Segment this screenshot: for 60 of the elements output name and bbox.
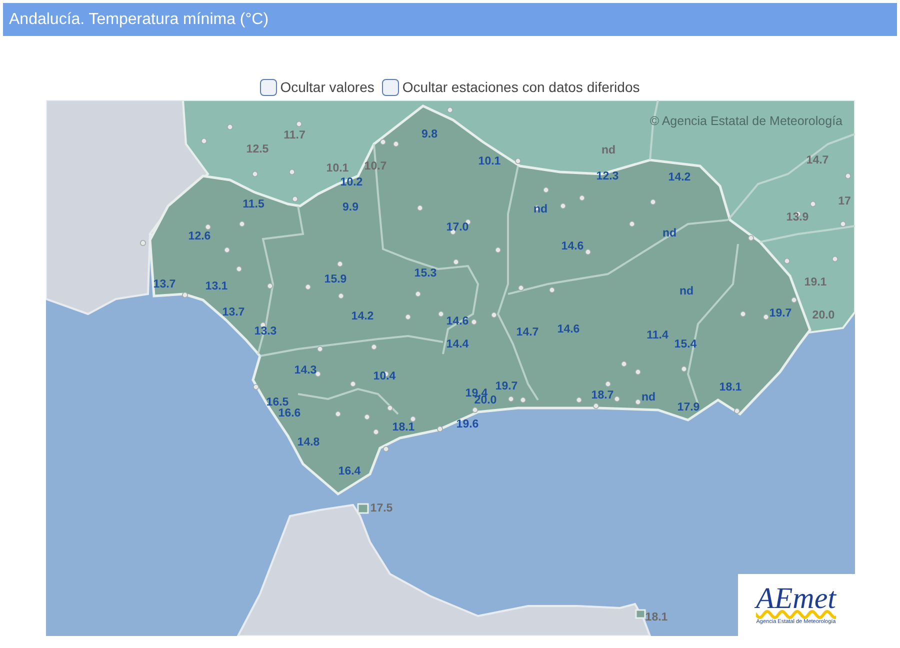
checkbox[interactable]: [382, 79, 400, 96]
temperature-label: 19.6: [456, 419, 479, 431]
temperature-label: 11.5: [242, 199, 264, 211]
temperature-label: 10.2: [340, 177, 363, 189]
temperature-label: 13.7: [153, 279, 176, 291]
temperature-label: nd: [533, 204, 548, 216]
temperature-label: 16.6: [278, 408, 301, 420]
temperature-label: 14.6: [446, 316, 469, 328]
temperature-label: 9.8: [422, 129, 438, 141]
temperature-label: 10.1: [326, 163, 349, 175]
temperature-label: 12.6: [188, 231, 211, 243]
temperature-label: 13.7: [222, 307, 245, 319]
temperature-label: 17.5: [370, 503, 393, 515]
temperature-label: 13.1: [205, 281, 228, 293]
temperature-label: 13.3: [254, 326, 277, 338]
temperature-label: 15.9: [324, 274, 347, 286]
temperature-label: 10.7: [364, 161, 387, 173]
temperature-label: 19.1: [804, 277, 827, 289]
temperature-label: 18.1: [645, 612, 668, 624]
temperature-label: nd: [601, 145, 616, 157]
logo-wordmark: AEmet: [756, 584, 836, 614]
temperature-label: 15.3: [414, 268, 437, 280]
checkbox-label: Ocultar valores: [280, 78, 374, 97]
temperature-label: 14.6: [557, 324, 580, 336]
temperature-label: 11.7: [284, 130, 306, 142]
temperature-label: 17.9: [677, 402, 700, 414]
temperature-label: 16.5: [266, 397, 289, 408]
checkbox-label: Ocultar estaciones con datos diferidos: [402, 78, 640, 97]
temperature-label: 19.7: [495, 381, 518, 393]
checkbox[interactable]: [260, 79, 278, 96]
temperature-label: 14.3: [294, 365, 317, 377]
temperature-label: 12.5: [246, 144, 269, 156]
temperature-label: 10.1: [478, 156, 501, 168]
temperature-label: 18.1: [719, 382, 742, 394]
temperature-label: nd: [679, 286, 694, 298]
temperature-label: 10.4: [373, 371, 396, 383]
temperature-label: 14.7: [516, 327, 539, 339]
temperature-label: 14.2: [351, 311, 374, 323]
temperature-label: nd: [641, 392, 656, 404]
temperature-label: 16.4: [338, 466, 361, 478]
temperature-label: 20.0: [474, 395, 497, 407]
temperature-label: 20.0: [812, 310, 835, 322]
temperature-label: 15.4: [674, 339, 697, 351]
temperature-label: 13.9: [786, 212, 809, 224]
temperature-label: 14.2: [668, 172, 691, 184]
temperature-label: 17: [838, 196, 851, 208]
temperature-label: 14.6: [561, 241, 584, 253]
map-attribution: © Agencia Estatal de Meteorología: [650, 113, 842, 130]
temperature-label: 18.7: [591, 390, 614, 402]
temperature-label: 14.8: [297, 437, 320, 449]
temperature-label: 12.3: [596, 171, 619, 183]
temperature-label: 14.4: [446, 339, 469, 351]
temperature-label: 9.9: [342, 202, 358, 214]
page-title: Andalucía. Temperatura mínima (°C): [9, 10, 269, 30]
temperature-label: nd: [662, 228, 677, 240]
temperature-label: 19.7: [769, 308, 792, 320]
temperature-label: 17.0: [446, 222, 469, 234]
temperature-label: 18.1: [392, 422, 415, 434]
temperature-label: 14.7: [806, 155, 829, 167]
temperature-label: 11.4: [646, 330, 668, 342]
